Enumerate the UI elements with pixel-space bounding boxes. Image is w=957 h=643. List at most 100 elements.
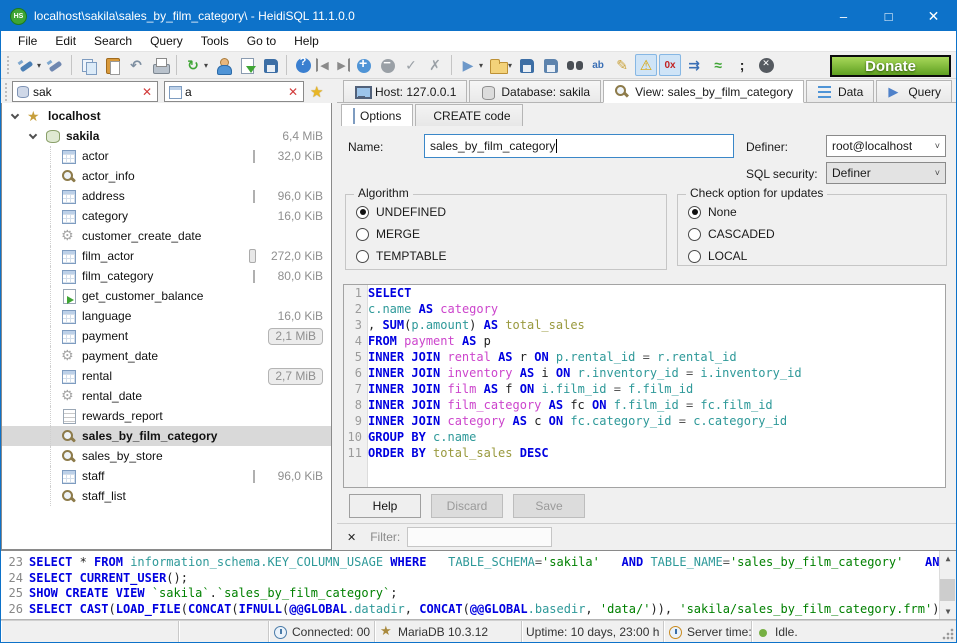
toolbar-grip[interactable] xyxy=(6,56,11,74)
post-edits-icon[interactable]: ✓ xyxy=(400,54,422,76)
tab-view-sales-by-film-category[interactable]: View: sales_by_film_category xyxy=(603,80,804,103)
insert-row-icon[interactable] xyxy=(352,54,374,76)
tree-item-actor[interactable]: actor32,0 KiB xyxy=(2,146,331,166)
refresh-icon[interactable]: ↻ xyxy=(182,54,204,76)
reformat-icon[interactable]: ≈ xyxy=(707,54,729,76)
tree-item-sakila[interactable]: sakila6,4 MiB xyxy=(2,126,331,146)
tree-item-address[interactable]: address96,0 KiB xyxy=(2,186,331,206)
algorithm-option-undefined[interactable]: UNDEFINED xyxy=(356,201,666,223)
previous-tab-icon[interactable]: ◀ xyxy=(316,58,332,72)
log-scrollbar-thumb[interactable] xyxy=(940,579,955,601)
user-manager-icon[interactable] xyxy=(211,54,233,76)
tree-item-payment[interactable]: payment2,1 MiB xyxy=(2,326,331,346)
subtab-create-code[interactable]: CREATE code xyxy=(415,104,522,126)
algorithm-option-temptable[interactable]: TEMPTABLE xyxy=(356,245,666,267)
open-sql-file-icon[interactable] xyxy=(486,54,508,76)
tree-item-payment_date[interactable]: payment_date xyxy=(2,346,331,366)
stop-icon[interactable] xyxy=(755,54,777,76)
tree-item-rental[interactable]: rental2,7 MiB xyxy=(2,366,331,386)
undo-icon[interactable]: ↶ xyxy=(125,54,147,76)
delete-row-icon[interactable] xyxy=(376,54,398,76)
tab-database-sakila[interactable]: Database: sakila xyxy=(469,80,601,102)
scroll-down-icon[interactable]: ▼ xyxy=(946,604,951,619)
radio-icon[interactable] xyxy=(356,228,369,241)
clear-database-filter-icon[interactable]: ✕ xyxy=(140,85,154,99)
paste-icon[interactable] xyxy=(101,54,123,76)
tree-item-rewards_report[interactable]: rewards_report xyxy=(2,406,331,426)
close-button[interactable]: ✕ xyxy=(911,1,956,31)
session-manager-icon-dropdown[interactable]: ▾ xyxy=(37,61,41,70)
copy-icon[interactable] xyxy=(77,54,99,76)
clear-table-filter-icon[interactable]: ✕ xyxy=(286,85,300,99)
tree-item-language[interactable]: language16,0 KiB xyxy=(2,306,331,326)
resize-grip[interactable] xyxy=(942,628,954,640)
radio-icon[interactable] xyxy=(688,206,701,219)
check-option-none[interactable]: None xyxy=(688,201,946,223)
algorithm-option-merge[interactable]: MERGE xyxy=(356,223,666,245)
blob-warning-icon[interactable]: ⚠ xyxy=(635,54,657,76)
check-option-local[interactable]: LOCAL xyxy=(688,245,946,267)
table-filter-input[interactable]: a ✕ xyxy=(164,81,304,102)
tab-host-127-0-0-1[interactable]: Host: 127.0.0.1 xyxy=(343,80,467,102)
beautify-sql-icon[interactable]: ✎ xyxy=(611,54,633,76)
cancel-edits-icon[interactable]: ✗ xyxy=(424,54,446,76)
next-tab-icon[interactable]: ▶ xyxy=(334,58,350,72)
save-sql-icon[interactable] xyxy=(515,54,537,76)
tree-item-sales_by_store[interactable]: sales_by_store xyxy=(2,446,331,466)
discard-button[interactable]: Discard xyxy=(431,494,503,518)
check-option-cascaded[interactable]: CASCADED xyxy=(688,223,946,245)
help-button[interactable]: Help xyxy=(349,494,421,518)
tree-item-get_customer_balance[interactable]: get_customer_balance xyxy=(2,286,331,306)
radio-icon[interactable] xyxy=(356,250,369,263)
radio-icon[interactable] xyxy=(688,228,701,241)
subtab-options[interactable]: Options xyxy=(341,104,413,126)
tree-item-category[interactable]: category16,0 KiB xyxy=(2,206,331,226)
tree-item-rental_date[interactable]: rental_date xyxy=(2,386,331,406)
radio-icon[interactable] xyxy=(356,206,369,219)
find-text-icon[interactable] xyxy=(563,54,585,76)
hex-view-icon[interactable]: 0x xyxy=(659,54,681,76)
menu-edit[interactable]: Edit xyxy=(46,32,85,50)
sql-security-select[interactable]: Definer ˅ xyxy=(826,162,946,184)
tree-item-localhost[interactable]: localhost xyxy=(2,106,331,126)
expand-chevron-icon[interactable] xyxy=(11,110,19,118)
goto-line-icon[interactable]: ⇉ xyxy=(683,54,705,76)
favorites-icon[interactable]: ★ xyxy=(310,83,323,101)
radio-icon[interactable] xyxy=(688,250,701,263)
tree-item-film_actor[interactable]: film_actor272,0 KiB xyxy=(2,246,331,266)
menu-tools[interactable]: Tools xyxy=(192,32,238,50)
save-sql-as-icon[interactable] xyxy=(539,54,561,76)
menu-go-to[interactable]: Go to xyxy=(238,32,285,50)
session-manager-icon[interactable] xyxy=(15,54,37,76)
menu-search[interactable]: Search xyxy=(85,32,141,50)
menu-help[interactable]: Help xyxy=(285,32,328,50)
menu-query[interactable]: Query xyxy=(141,32,192,50)
view-select-code-editor[interactable]: 1SELECT2c.name AS category3, SUM(p.amoun… xyxy=(343,284,946,488)
maximize-button[interactable]: □ xyxy=(866,1,911,31)
tab-query[interactable]: Query xyxy=(876,80,952,102)
print-icon[interactable] xyxy=(149,54,171,76)
refresh-icon-dropdown[interactable]: ▾ xyxy=(204,61,208,70)
save-grid-icon[interactable] xyxy=(259,54,281,76)
export-database-icon[interactable] xyxy=(235,54,257,76)
filter-input[interactable] xyxy=(407,527,552,547)
minimize-button[interactable]: – xyxy=(821,1,866,31)
delimiter-icon[interactable]: ; xyxy=(731,54,753,76)
save-button[interactable]: Save xyxy=(513,494,585,518)
definer-select[interactable]: root@localhost ˅ xyxy=(826,135,946,157)
close-filter-icon[interactable]: ✕ xyxy=(347,531,356,544)
database-filter-input[interactable]: sak ✕ xyxy=(12,81,158,102)
donate-button[interactable]: Donate xyxy=(830,55,951,77)
run-query-icon-dropdown[interactable]: ▾ xyxy=(479,61,483,70)
tree-item-staff_list[interactable]: staff_list xyxy=(2,486,331,506)
tree-item-film_category[interactable]: film_category80,0 KiB xyxy=(2,266,331,286)
tab-data[interactable]: Data xyxy=(806,80,874,102)
tree-item-actor_info[interactable]: actor_info xyxy=(2,166,331,186)
open-sql-file-icon-dropdown[interactable]: ▾ xyxy=(508,61,512,70)
scroll-up-icon[interactable]: ▲ xyxy=(946,551,951,566)
tree-item-sales_by_film_category[interactable]: sales_by_film_category xyxy=(2,426,331,446)
disconnect-icon[interactable] xyxy=(44,54,66,76)
view-name-input[interactable]: sales_by_film_category xyxy=(424,134,734,158)
tree-item-staff[interactable]: staff96,0 KiB xyxy=(2,466,331,486)
filter-grip[interactable] xyxy=(4,83,9,101)
